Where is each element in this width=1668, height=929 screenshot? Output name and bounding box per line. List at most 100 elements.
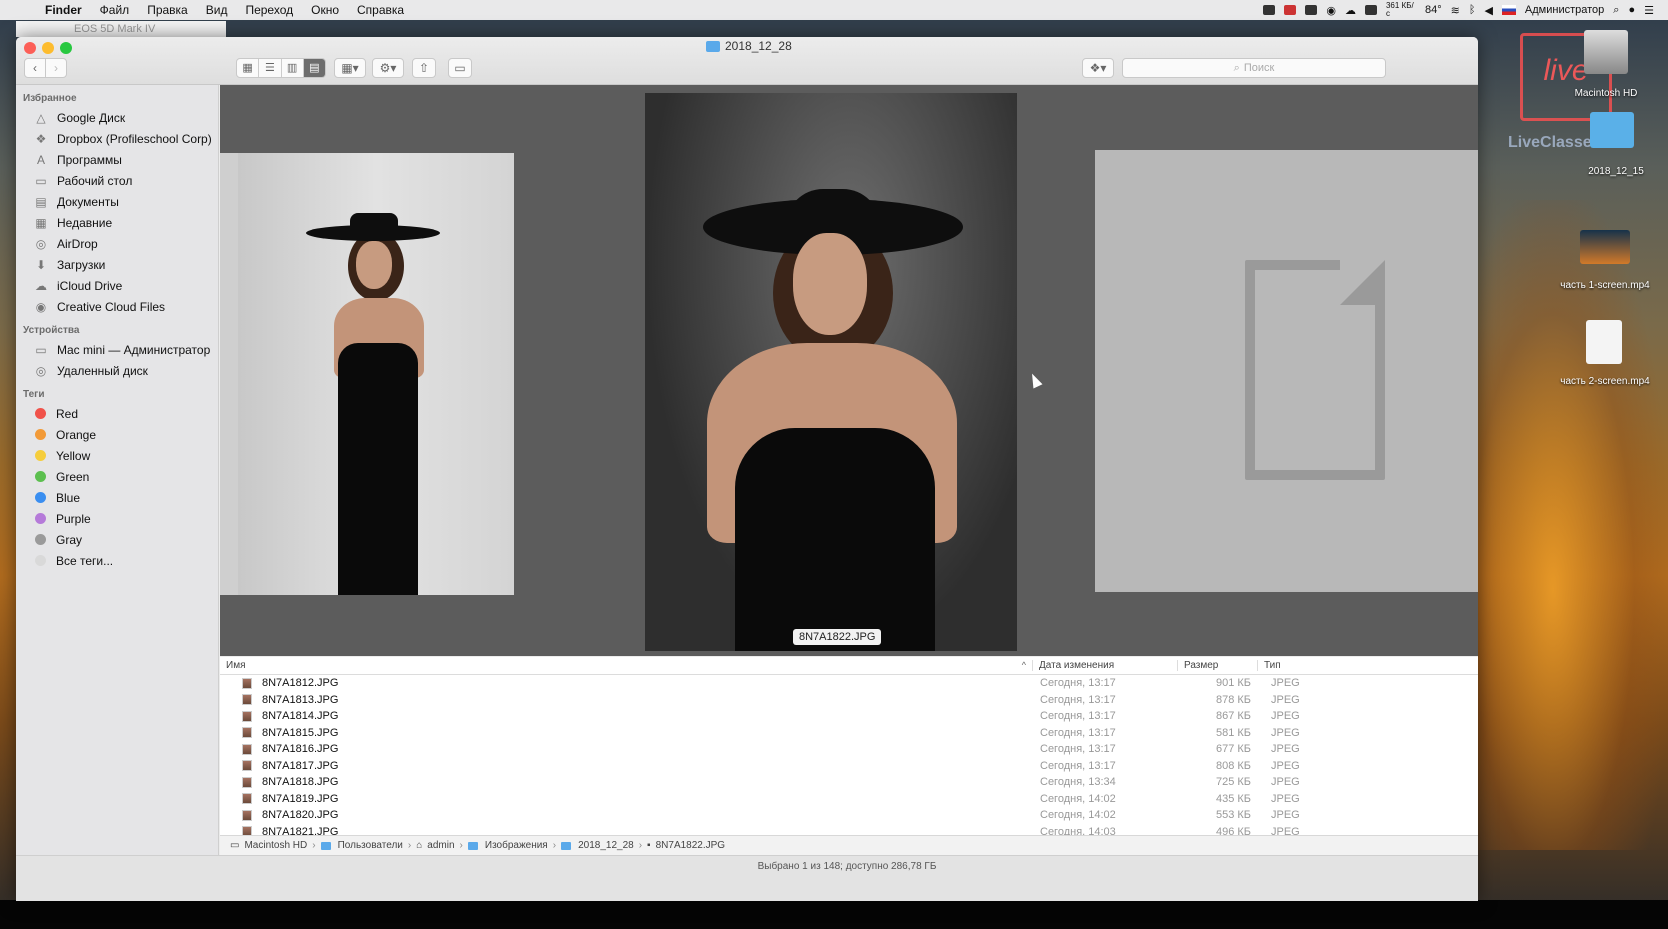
minimize-window-button[interactable]: [42, 42, 54, 54]
recorder-icon[interactable]: [1284, 5, 1297, 15]
menu-go[interactable]: Переход: [236, 3, 302, 17]
table-row[interactable]: 8N7A1816.JPG Сегодня, 13:17 677 КБ JPEG: [220, 741, 1478, 758]
sidebar-tag-0[interactable]: Red: [16, 403, 218, 424]
menu-help[interactable]: Справка: [348, 3, 413, 17]
monitor-icon[interactable]: [1263, 5, 1276, 15]
table-row[interactable]: 8N7A1819.JPG Сегодня, 14:02 435 КБ JPEG: [220, 791, 1478, 808]
sidebar-item-favorites-9[interactable]: ◉ Creative Cloud Files: [16, 296, 218, 317]
sidebar-item-favorites-2[interactable]: A Программы: [16, 149, 218, 170]
path-item-disk[interactable]: Macintosh HD: [244, 840, 307, 851]
sidebar-tag-label: Purple: [56, 511, 91, 526]
window-toolbar: 2018_12_28 ‹ › ▦ ☰ ▥ ▤ ▦▾ ⚙▾ ⇧ ▭ ❖▾ ⌕ По…: [16, 37, 1478, 85]
file-name: 8N7A1812.JPG: [262, 677, 339, 690]
photo-thumbnail-partial[interactable]: [220, 153, 238, 595]
menu-file[interactable]: Файл: [91, 3, 139, 17]
arrange-button[interactable]: ▦▾: [334, 58, 366, 78]
sidebar-tag-1[interactable]: Orange: [16, 424, 218, 445]
sidebar-tag-5[interactable]: Purple: [16, 508, 218, 529]
sidebar-item-devices-1[interactable]: ◎ Удаленный диск: [16, 360, 218, 381]
notification-center-icon[interactable]: ☰: [1644, 4, 1654, 17]
video-thumbnail-icon[interactable]: [1580, 230, 1630, 264]
menu-app-finder[interactable]: Finder: [36, 3, 91, 17]
file-size: 901 КБ: [1215, 677, 1251, 690]
dropbox-button[interactable]: ❖▾: [1082, 58, 1114, 78]
table-row[interactable]: 8N7A1812.JPG Сегодня, 13:17 901 КБ JPEG: [220, 675, 1478, 692]
sidebar-tag-4[interactable]: Blue: [16, 487, 218, 508]
column-header-name[interactable]: Имя ^: [220, 660, 1032, 671]
path-item-file[interactable]: 8N7A1822.JPG: [656, 840, 726, 851]
sidebar-tag-label: Green: [56, 469, 90, 484]
table-row[interactable]: 8N7A1818.JPG Сегодня, 13:34 725 КБ JPEG: [220, 774, 1478, 791]
sidebar-item-favorites-8[interactable]: ☁ iCloud Drive: [16, 275, 218, 296]
table-row[interactable]: 8N7A1813.JPG Сегодня, 13:17 878 КБ JPEG: [220, 692, 1478, 709]
background-browser-tab[interactable]: EOS 5D Mark IV: [16, 21, 226, 37]
icon-view-button[interactable]: ▦: [237, 59, 260, 77]
column-header-date[interactable]: Дата изменения: [1032, 660, 1177, 671]
user-name[interactable]: Администратор: [1525, 4, 1604, 16]
search-input[interactable]: ⌕ Поиск: [1122, 58, 1386, 78]
bluetooth-icon[interactable]: ᛒ: [1469, 4, 1476, 16]
temperature-text[interactable]: 84°: [1425, 4, 1442, 16]
table-row[interactable]: 8N7A1814.JPG Сегодня, 13:17 867 КБ JPEG: [220, 708, 1478, 725]
column-view-button[interactable]: ▥: [282, 59, 304, 77]
menu-edit[interactable]: Правка: [138, 3, 197, 17]
finder-window: 2018_12_28 ‹ › ▦ ☰ ▥ ▤ ▦▾ ⚙▾ ⇧ ▭ ❖▾ ⌕ По…: [16, 37, 1478, 901]
folder-icon[interactable]: [1590, 112, 1634, 148]
share-button[interactable]: ⇧: [412, 58, 436, 78]
sidebar-item-favorites-4[interactable]: ▤ Документы: [16, 191, 218, 212]
sidebar-item-favorites-1[interactable]: ❖ Dropbox (Profileschool Corp): [16, 128, 218, 149]
photo-preview-selected[interactable]: 8N7A1822.JPG: [645, 93, 1017, 651]
input-source-flag-icon[interactable]: [1501, 5, 1516, 15]
sidebar-item-favorites-3[interactable]: ▭ Рабочий стол: [16, 170, 218, 191]
image-file-icon: [242, 776, 252, 788]
sidebar-item-devices-0[interactable]: ▭ Mac mini — Администратор: [16, 339, 218, 360]
sync-icon[interactable]: [1305, 5, 1318, 15]
file-type: JPEG: [1271, 677, 1300, 690]
sidebar-tag-6[interactable]: Gray: [16, 529, 218, 550]
menu-window[interactable]: Окно: [302, 3, 348, 17]
table-row[interactable]: 8N7A1820.JPG Сегодня, 14:02 553 КБ JPEG: [220, 807, 1478, 824]
wifi-icon[interactable]: ≋: [1451, 4, 1460, 17]
sidebar-tag-2[interactable]: Yellow: [16, 445, 218, 466]
siri-icon[interactable]: ●: [1628, 4, 1635, 16]
photo-thumbnail-previous[interactable]: [238, 153, 514, 595]
spotlight-search-icon[interactable]: ⌕: [1613, 4, 1619, 17]
forward-button[interactable]: ›: [45, 58, 67, 78]
tag-color-dot-icon: [35, 429, 46, 440]
table-row[interactable]: 8N7A1817.JPG Сегодня, 13:17 808 КБ JPEG: [220, 758, 1478, 775]
path-item-pictures[interactable]: Изображения: [485, 840, 548, 851]
back-button[interactable]: ‹: [24, 58, 46, 78]
file-type: JPEG: [1271, 776, 1300, 789]
hat-crown-shape: [785, 189, 881, 235]
zoom-window-button[interactable]: [60, 42, 72, 54]
path-item-folder[interactable]: 2018_12_28: [578, 840, 634, 851]
path-item-users[interactable]: Пользователи: [338, 840, 403, 851]
menu-view[interactable]: Вид: [197, 3, 237, 17]
path-item-admin[interactable]: admin: [427, 840, 454, 851]
hard-drive-icon[interactable]: [1584, 30, 1628, 74]
sidebar-item-favorites-7[interactable]: ⬇ Загрузки: [16, 254, 218, 275]
letterbox-bar: [0, 900, 1668, 929]
sidebar-tag-7[interactable]: Все теги...: [16, 550, 218, 571]
sidebar-tag-label: Все теги...: [56, 553, 114, 568]
sidebar-item-favorites-0[interactable]: △ Google Диск: [16, 107, 218, 128]
close-window-button[interactable]: [24, 42, 36, 54]
sidebar-tag-3[interactable]: Green: [16, 466, 218, 487]
sidebar-item-favorites-6[interactable]: ◎ AirDrop: [16, 233, 218, 254]
action-button[interactable]: ⚙▾: [372, 58, 404, 78]
volume-icon[interactable]: ◀: [1484, 4, 1492, 17]
column-header-type[interactable]: Тип: [1257, 660, 1341, 671]
sidebar-item-favorites-5[interactable]: ▦ Недавние: [16, 212, 218, 233]
file-placeholder-next[interactable]: [1095, 150, 1478, 592]
path-bar: ▭ Macintosh HD › Пользователи › ⌂ admin …: [220, 835, 1478, 855]
table-row[interactable]: 8N7A1815.JPG Сегодня, 13:17 581 КБ JPEG: [220, 725, 1478, 742]
column-header-size[interactable]: Размер: [1177, 660, 1257, 671]
list-view-button[interactable]: ☰: [259, 59, 282, 77]
eye-icon[interactable]: ◉: [1326, 4, 1336, 17]
tag-icon: ▭: [454, 61, 466, 75]
tags-button[interactable]: ▭: [448, 58, 472, 78]
battery-icon[interactable]: [1364, 5, 1377, 15]
cloud-icon[interactable]: ☁: [1345, 4, 1356, 17]
gallery-view-button[interactable]: ▤: [303, 59, 325, 77]
mpeg-file-icon[interactable]: [1586, 320, 1622, 364]
